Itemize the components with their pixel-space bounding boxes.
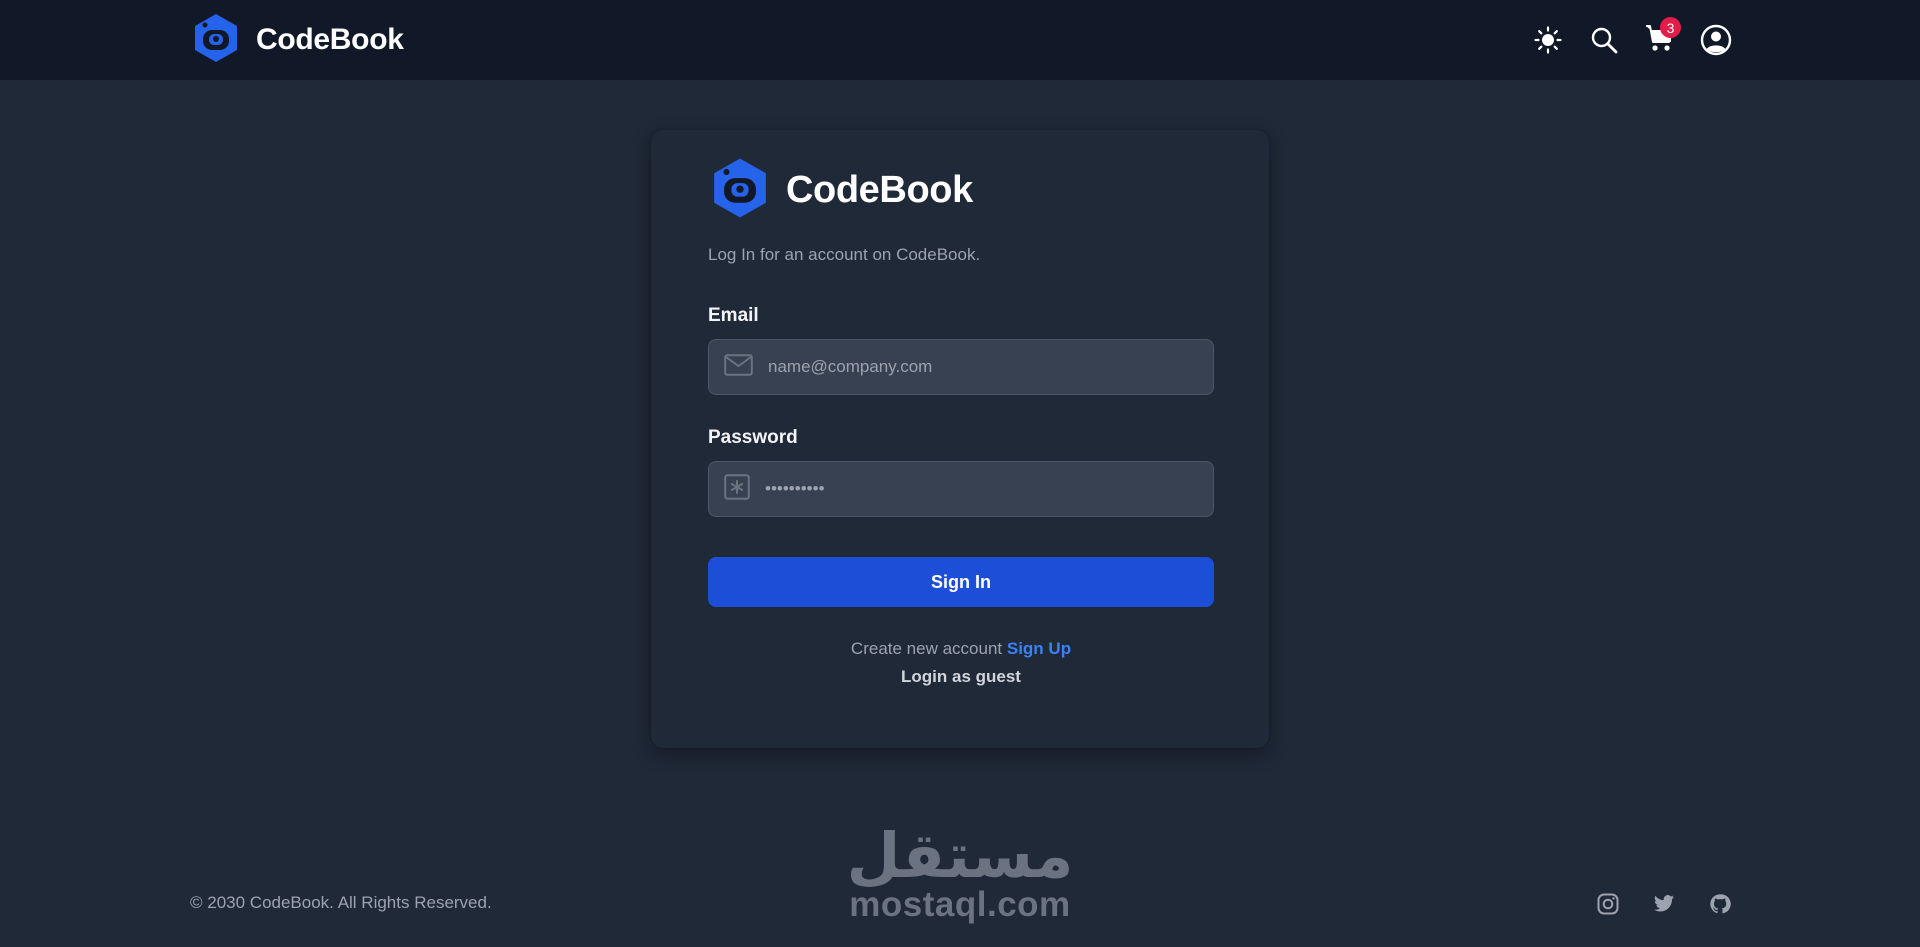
sign-up-link[interactable]: Sign Up bbox=[1007, 639, 1071, 658]
email-label: Email bbox=[708, 305, 759, 326]
login-subtitle: Log In for an account on CodeBook. bbox=[708, 245, 981, 264]
create-account-text: Create new account bbox=[850, 639, 1003, 658]
card-brand-name: CodeBook bbox=[786, 168, 973, 211]
watermark-arabic: مستقل bbox=[846, 819, 1074, 892]
copyright-text: © 2030 CodeBook. All Rights Reserved. bbox=[190, 893, 492, 912]
brand-link[interactable]: CodeBook bbox=[190, 12, 404, 69]
mostaql-watermark: مستقل mostaql.com bbox=[843, 825, 1077, 923]
email-input-wrapper bbox=[708, 339, 1214, 395]
brand-name: CodeBook bbox=[256, 23, 404, 56]
cart-button[interactable]: 3 bbox=[1643, 17, 1681, 57]
search-icon[interactable] bbox=[1587, 23, 1621, 57]
email-field[interactable] bbox=[768, 357, 1208, 377]
github-icon[interactable] bbox=[1708, 892, 1732, 916]
header-actions: 3 bbox=[1531, 17, 1733, 60]
password-input-wrapper bbox=[708, 461, 1214, 517]
mail-icon bbox=[724, 353, 753, 381]
login-form: CodeBook Log In for an account on CodeBo… bbox=[708, 157, 1214, 687]
asterisk-field-icon bbox=[724, 473, 750, 505]
twitter-icon[interactable] bbox=[1652, 892, 1676, 916]
sign-in-button[interactable]: Sign In bbox=[708, 557, 1214, 607]
password-field[interactable] bbox=[765, 479, 1205, 499]
user-icon[interactable] bbox=[1699, 23, 1733, 57]
account-links: Create new account Sign Up Login as gues… bbox=[708, 639, 1214, 687]
codebook-logo-icon bbox=[190, 12, 242, 69]
login-as-guest-link[interactable]: Login as guest bbox=[708, 667, 1214, 687]
card-brand: CodeBook bbox=[708, 157, 1214, 223]
password-label: Password bbox=[708, 427, 798, 448]
instagram-icon[interactable] bbox=[1596, 892, 1620, 916]
watermark-latin: mostaql.com bbox=[849, 885, 1071, 924]
login-card: CodeBook Log In for an account on CodeBo… bbox=[651, 130, 1269, 748]
social-links bbox=[1596, 892, 1732, 916]
cart-count-badge: 3 bbox=[1660, 17, 1681, 38]
theme-toggle-icon[interactable] bbox=[1531, 23, 1565, 57]
codebook-logo-icon bbox=[708, 156, 772, 225]
top-navbar: CodeBook 3 bbox=[0, 0, 1920, 80]
